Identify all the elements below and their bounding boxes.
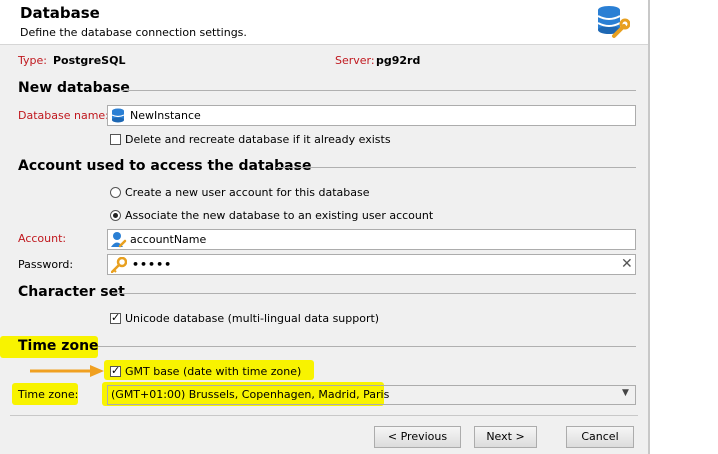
time-zone-label: Time zone: [18,388,79,401]
gmt-base-checkbox[interactable] [110,364,121,377]
section-time-zone: Time zone [18,338,99,354]
create-account-radio[interactable] [110,187,121,198]
gmt-base-label: GMT base (date with time zone) [125,365,302,378]
cancel-button-label: Cancel [581,430,619,443]
password-field[interactable]: ••••• ✕ [107,254,636,275]
recreate-database-label: Delete and recreate database if it alrea… [125,133,391,146]
unicode-label: Unicode database (multi-lingual data sup… [125,312,380,325]
unicode-checkbox[interactable] [110,311,121,324]
dialog-title: Database [20,4,100,22]
server-value: pg92rd [376,54,421,67]
cancel-button[interactable]: Cancel [566,426,634,448]
next-button[interactable]: Next > [474,426,537,448]
section-divider [276,167,636,168]
database-name-value: NewInstance [130,109,201,122]
section-divider [113,293,636,294]
previous-button[interactable]: < Previous [374,426,461,448]
section-divider [98,346,636,347]
next-button-label: Next > [486,430,525,443]
associate-account-radio[interactable] [110,210,121,221]
chevron-down-icon[interactable]: ▼ [622,388,629,398]
type-value: PostgreSQL [53,54,126,67]
account-value: accountName [130,233,207,246]
previous-button-label: < Previous [387,430,448,443]
footer-divider [10,415,638,416]
section-account: Account used to access the database [18,158,312,174]
password-value: ••••• [132,258,173,271]
type-label: Type: [18,54,47,67]
section-divider [121,90,636,91]
section-new-database: New database [18,80,130,96]
associate-account-label: Associate the new database to an existin… [125,209,434,222]
database-name-label: Database name: [18,109,109,122]
server-label: Server: [335,54,375,67]
database-dialog: Database Define the database connection … [0,0,650,454]
dialog-header: Database Define the database connection … [0,0,648,45]
account-label: Account: [18,232,67,245]
dialog-subtitle: Define the database connection settings. [20,26,247,39]
clear-icon[interactable]: ✕ [621,256,633,272]
section-character-set: Character set [18,284,125,300]
user-icon [111,232,127,248]
database-name-field[interactable]: NewInstance [107,105,636,126]
annotation-arrow-icon [30,365,104,377]
time-zone-select[interactable]: (GMT+01:00) Brussels, Copenhagen, Madrid… [107,385,636,405]
time-zone-value: (GMT+01:00) Brussels, Copenhagen, Madrid… [111,388,390,401]
database-wrench-icon [597,6,630,38]
recreate-database-checkbox[interactable] [110,134,121,145]
password-label: Password: [18,258,74,271]
account-field[interactable]: accountName [107,229,636,250]
create-account-label: Create a new user account for this datab… [125,186,370,199]
key-icon [111,257,127,273]
database-icon [111,108,125,123]
